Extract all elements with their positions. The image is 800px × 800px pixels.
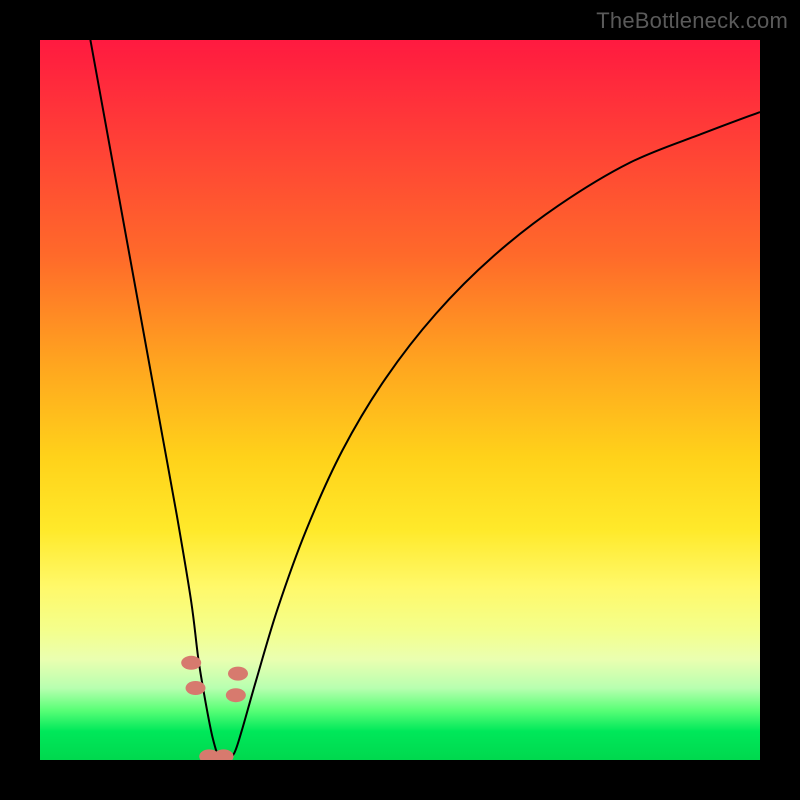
curve-marker [228, 667, 248, 681]
bottleneck-curve-path [90, 40, 760, 760]
curve-marker [181, 656, 201, 670]
plot-area [40, 40, 760, 760]
chart-frame: TheBottleneck.com [0, 0, 800, 800]
watermark-label: TheBottleneck.com [596, 8, 788, 34]
curve-marker [226, 688, 246, 702]
bottleneck-curve-svg [40, 40, 760, 760]
curve-marker [186, 681, 206, 695]
